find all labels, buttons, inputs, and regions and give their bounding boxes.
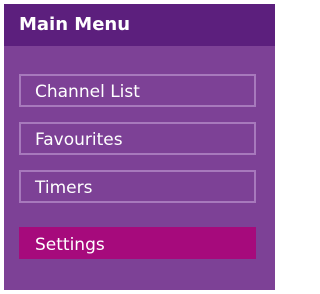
menu-item-label: Channel List xyxy=(35,82,140,102)
menu-item-label: Timers xyxy=(35,178,93,198)
menu-title: Main Menu xyxy=(19,14,131,35)
menu-item-timers[interactable]: Timers xyxy=(19,170,256,203)
menu-header: Main Menu xyxy=(4,4,275,46)
menu-item-channel-list[interactable]: Channel List xyxy=(19,74,256,107)
menu-item-label: Favourites xyxy=(35,130,123,150)
main-menu-panel: Main Menu Channel List Favourites Timers… xyxy=(4,4,275,290)
menu-item-settings[interactable]: Settings xyxy=(19,227,256,259)
menu-item-label: Settings xyxy=(35,235,105,255)
menu-item-favourites[interactable]: Favourites xyxy=(19,122,256,155)
